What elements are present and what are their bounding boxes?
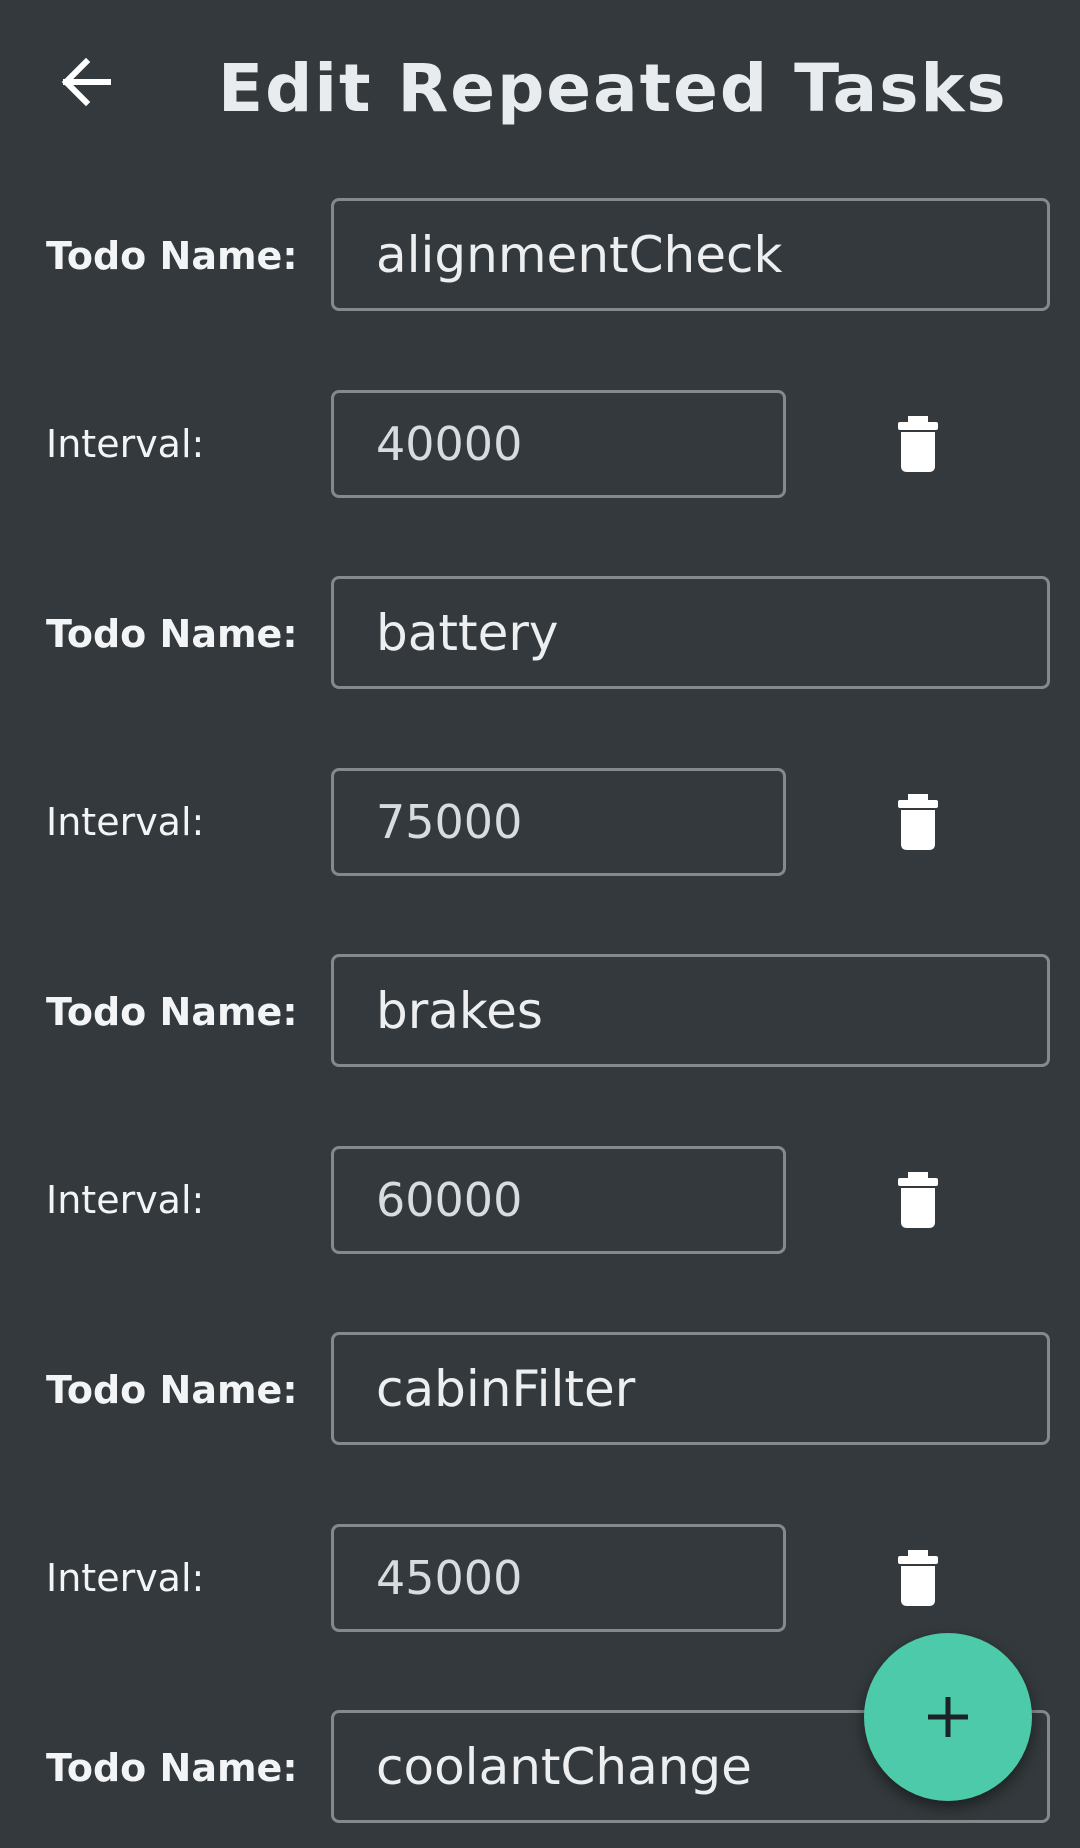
interval-label: Interval: (46, 1556, 205, 1600)
interval-row: Interval: 45000 (0, 1524, 1080, 1632)
trash-icon (898, 416, 938, 472)
todo-name-input[interactable]: alignmentCheck (331, 198, 1050, 311)
todo-name-label: Todo Name: (46, 234, 298, 278)
todo-name-row: Todo Name: battery (0, 576, 1080, 692)
back-button[interactable] (46, 42, 126, 122)
interval-row: Interval: 40000 (0, 390, 1080, 498)
todo-name-row: Todo Name: alignmentCheck (0, 198, 1080, 314)
page-title: Edit Repeated Tasks (218, 50, 1008, 127)
plus-icon (928, 1697, 968, 1737)
todo-name-label: Todo Name: (46, 1368, 298, 1412)
interval-label: Interval: (46, 1178, 205, 1222)
add-task-button[interactable] (864, 1633, 1032, 1801)
todo-name-row: Todo Name: cabinFilter (0, 1332, 1080, 1448)
todo-name-row: Todo Name: brakes (0, 954, 1080, 1070)
interval-row: Interval: 60000 (0, 1146, 1080, 1254)
delete-task-button[interactable] (880, 784, 956, 860)
interval-label: Interval: (46, 422, 205, 466)
interval-label: Interval: (46, 800, 205, 844)
interval-input[interactable]: 40000 (331, 390, 786, 498)
arrow-left-icon (61, 58, 111, 106)
todo-name-label: Todo Name: (46, 990, 298, 1034)
delete-task-button[interactable] (880, 1162, 956, 1238)
app-bar: Edit Repeated Tasks (0, 0, 1080, 180)
todo-name-input[interactable]: brakes (331, 954, 1050, 1067)
todo-name-label: Todo Name: (46, 1746, 298, 1790)
task-list[interactable]: Todo Name: alignmentCheck Interval: 4000… (0, 0, 1080, 1848)
interval-input[interactable]: 75000 (331, 768, 786, 876)
trash-icon (898, 794, 938, 850)
interval-input[interactable]: 45000 (331, 1524, 786, 1632)
trash-icon (898, 1550, 938, 1606)
trash-icon (898, 1172, 938, 1228)
interval-row: Interval: 75000 (0, 768, 1080, 876)
todo-name-label: Todo Name: (46, 612, 298, 656)
todo-name-input[interactable]: cabinFilter (331, 1332, 1050, 1445)
todo-name-input[interactable]: battery (331, 576, 1050, 689)
delete-task-button[interactable] (880, 406, 956, 482)
delete-task-button[interactable] (880, 1540, 956, 1616)
edit-repeated-tasks-screen: Todo Name: alignmentCheck Interval: 4000… (0, 0, 1080, 1848)
interval-input[interactable]: 60000 (331, 1146, 786, 1254)
